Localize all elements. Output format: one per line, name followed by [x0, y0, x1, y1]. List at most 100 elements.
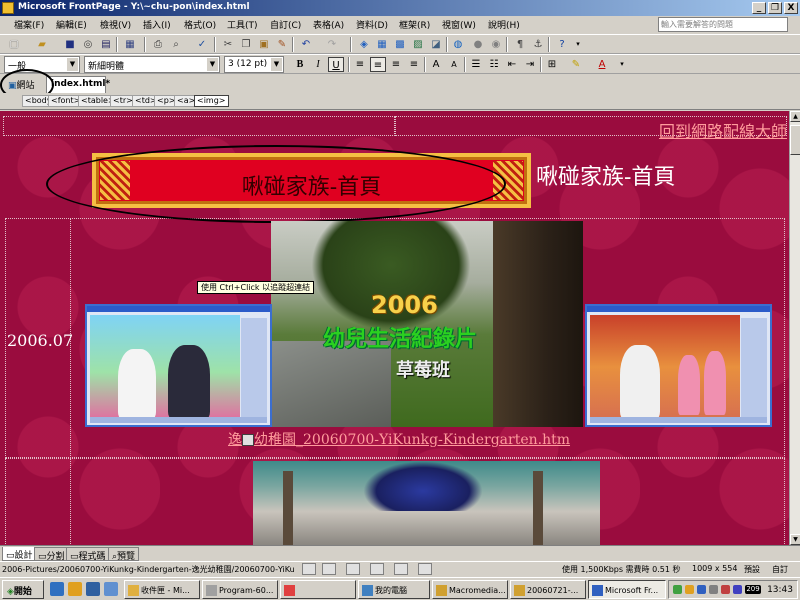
minimize-button[interactable]: _: [752, 2, 766, 14]
status-icon[interactable]: [370, 563, 384, 575]
borders-icon[interactable]: ⊞: [544, 57, 560, 72]
paste-icon[interactable]: ▣: [256, 37, 272, 52]
ie-icon[interactable]: [50, 582, 64, 596]
tab-split[interactable]: ▭分割: [34, 547, 69, 562]
underline-button[interactable]: U: [328, 57, 344, 72]
increase-font-icon[interactable]: A: [428, 57, 444, 72]
tray-app-icon[interactable]: [685, 585, 694, 594]
tab-code[interactable]: ▭程式碼: [66, 547, 110, 562]
player-controls[interactable]: [590, 417, 767, 423]
menu-insert[interactable]: 插入(I): [143, 18, 171, 31]
kindergarten-page-link[interactable]: 逸幼稚園_20060700-YiKunkg-Kindergarten.htm: [228, 429, 570, 449]
align-center-icon[interactable]: ≡: [370, 57, 386, 72]
task-my-computer[interactable]: 我的電腦: [358, 580, 430, 599]
tag-img[interactable]: <img>: [194, 95, 229, 107]
tray-app-icon[interactable]: [697, 585, 706, 594]
task-frontpage[interactable]: Microsoft Fr...: [588, 580, 666, 599]
decrease-font-icon[interactable]: A: [446, 57, 462, 72]
insert-table-icon[interactable]: ▦: [374, 37, 390, 52]
task-blank[interactable]: [280, 580, 356, 599]
task-inbox[interactable]: 收件匣 - Mi...: [124, 580, 200, 599]
cut-icon[interactable]: ✂: [220, 37, 236, 52]
publish-icon[interactable]: ▤: [98, 37, 114, 52]
status-icon[interactable]: [346, 563, 360, 575]
web-component-icon[interactable]: ◈: [356, 37, 372, 52]
tab-design[interactable]: ▭設計: [2, 547, 37, 561]
task-folder[interactable]: 20060721-...: [510, 580, 586, 599]
menu-file[interactable]: 檔案(F): [14, 18, 44, 31]
close-button[interactable]: X: [784, 2, 798, 14]
menu-custom[interactable]: 自訂(C): [270, 18, 301, 31]
video-player-left[interactable]: [85, 304, 272, 427]
status-icon[interactable]: [418, 563, 432, 575]
building-photo[interactable]: [253, 461, 600, 545]
restore-button[interactable]: ❐: [768, 2, 782, 14]
search-icon[interactable]: ◎: [80, 37, 96, 52]
frontpage-app-icon[interactable]: [2, 2, 14, 14]
numbered-list-icon[interactable]: ☰: [468, 57, 484, 72]
print-icon[interactable]: ⎙: [150, 37, 166, 52]
task-program[interactable]: Program-60...: [202, 580, 278, 599]
tray-network-icon[interactable]: [673, 585, 682, 594]
insert-layer-icon[interactable]: ▩: [392, 37, 408, 52]
menu-window[interactable]: 視窗(W): [442, 18, 476, 31]
stop-icon[interactable]: ◉: [488, 37, 504, 52]
scroll-up-icon[interactable]: ▲: [790, 111, 800, 122]
video-cover-image[interactable]: 2006 幼兒生活紀錄片 草莓班: [271, 221, 583, 427]
back-to-master-link[interactable]: 回到網路配線大師: [659, 118, 787, 142]
tab-index-html[interactable]: index.html*: [46, 76, 110, 93]
tab-preview[interactable]: ⌕預覽: [108, 547, 140, 562]
open-folder-icon[interactable]: ▰: [34, 37, 50, 52]
tray-app-icon[interactable]: [733, 585, 742, 594]
help-icon[interactable]: ?: [554, 37, 570, 52]
menu-view[interactable]: 檢視(V): [100, 18, 131, 31]
menu-help[interactable]: 說明(H): [488, 18, 520, 31]
video-player-right[interactable]: [585, 304, 772, 427]
show-all-icon[interactable]: ¶: [512, 37, 528, 52]
menu-table[interactable]: 表格(A): [313, 18, 344, 31]
scroll-down-icon[interactable]: ▼: [790, 534, 800, 545]
highlight-icon[interactable]: ✎: [568, 57, 584, 72]
tray-app-icon[interactable]: [721, 585, 730, 594]
help-question-box[interactable]: 輸入需要解答的問題: [658, 17, 788, 32]
copy-icon[interactable]: ❐: [238, 37, 254, 52]
vertical-scrollbar[interactable]: ▲ ▼: [789, 111, 800, 545]
insert-picture-icon[interactable]: ▨: [410, 37, 426, 52]
bullet-list-icon[interactable]: ☷: [486, 57, 502, 72]
align-left-icon[interactable]: ≡: [352, 57, 368, 72]
status-mode-default[interactable]: 預設: [744, 564, 760, 575]
size-dropdown[interactable]: 3 (12 pt) ▼: [224, 56, 284, 73]
menu-data[interactable]: 資料(D): [356, 18, 388, 31]
toolbar-options-icon[interactable]: ▾: [570, 37, 586, 52]
menu-tools[interactable]: 工具(T): [227, 18, 258, 31]
redo-icon[interactable]: ↷: [324, 37, 340, 52]
bold-button[interactable]: B: [292, 57, 308, 72]
align-right-icon[interactable]: ≡: [388, 57, 404, 72]
tray-volume-icon[interactable]: [709, 585, 718, 594]
quicklaunch-icon[interactable]: [104, 582, 118, 596]
increase-indent-icon[interactable]: ⇥: [522, 57, 538, 72]
player-controls[interactable]: [90, 417, 267, 423]
toggle-pane-icon[interactable]: ▦: [122, 37, 138, 52]
spelling-icon[interactable]: ✓: [194, 37, 210, 52]
menu-edit[interactable]: 編輯(E): [56, 18, 87, 31]
italic-button[interactable]: I: [310, 57, 326, 72]
status-icon[interactable]: [394, 563, 408, 575]
save-icon[interactable]: ■: [62, 37, 78, 52]
font-dropdown[interactable]: 新細明體 ▼: [84, 56, 220, 73]
desktop-icon[interactable]: [86, 582, 100, 596]
menu-frames[interactable]: 框架(R): [399, 18, 430, 31]
hyperlink-icon[interactable]: ◍: [450, 37, 466, 52]
menu-format[interactable]: 格式(O): [184, 18, 216, 31]
outlook-icon[interactable]: [68, 582, 82, 596]
status-icon[interactable]: [322, 563, 336, 575]
justify-icon[interactable]: ≡: [406, 57, 422, 72]
print-preview-icon[interactable]: ⌕: [168, 37, 184, 52]
refresh-icon[interactable]: ●: [470, 37, 486, 52]
new-page-icon[interactable]: ▢: [6, 37, 22, 52]
clock[interactable]: 13:43: [767, 585, 793, 595]
undo-icon[interactable]: ↶: [298, 37, 314, 52]
tray-badge[interactable]: 209: [745, 585, 761, 594]
start-button[interactable]: ◈開始: [2, 580, 44, 599]
status-mode-custom[interactable]: 自訂: [772, 564, 788, 575]
